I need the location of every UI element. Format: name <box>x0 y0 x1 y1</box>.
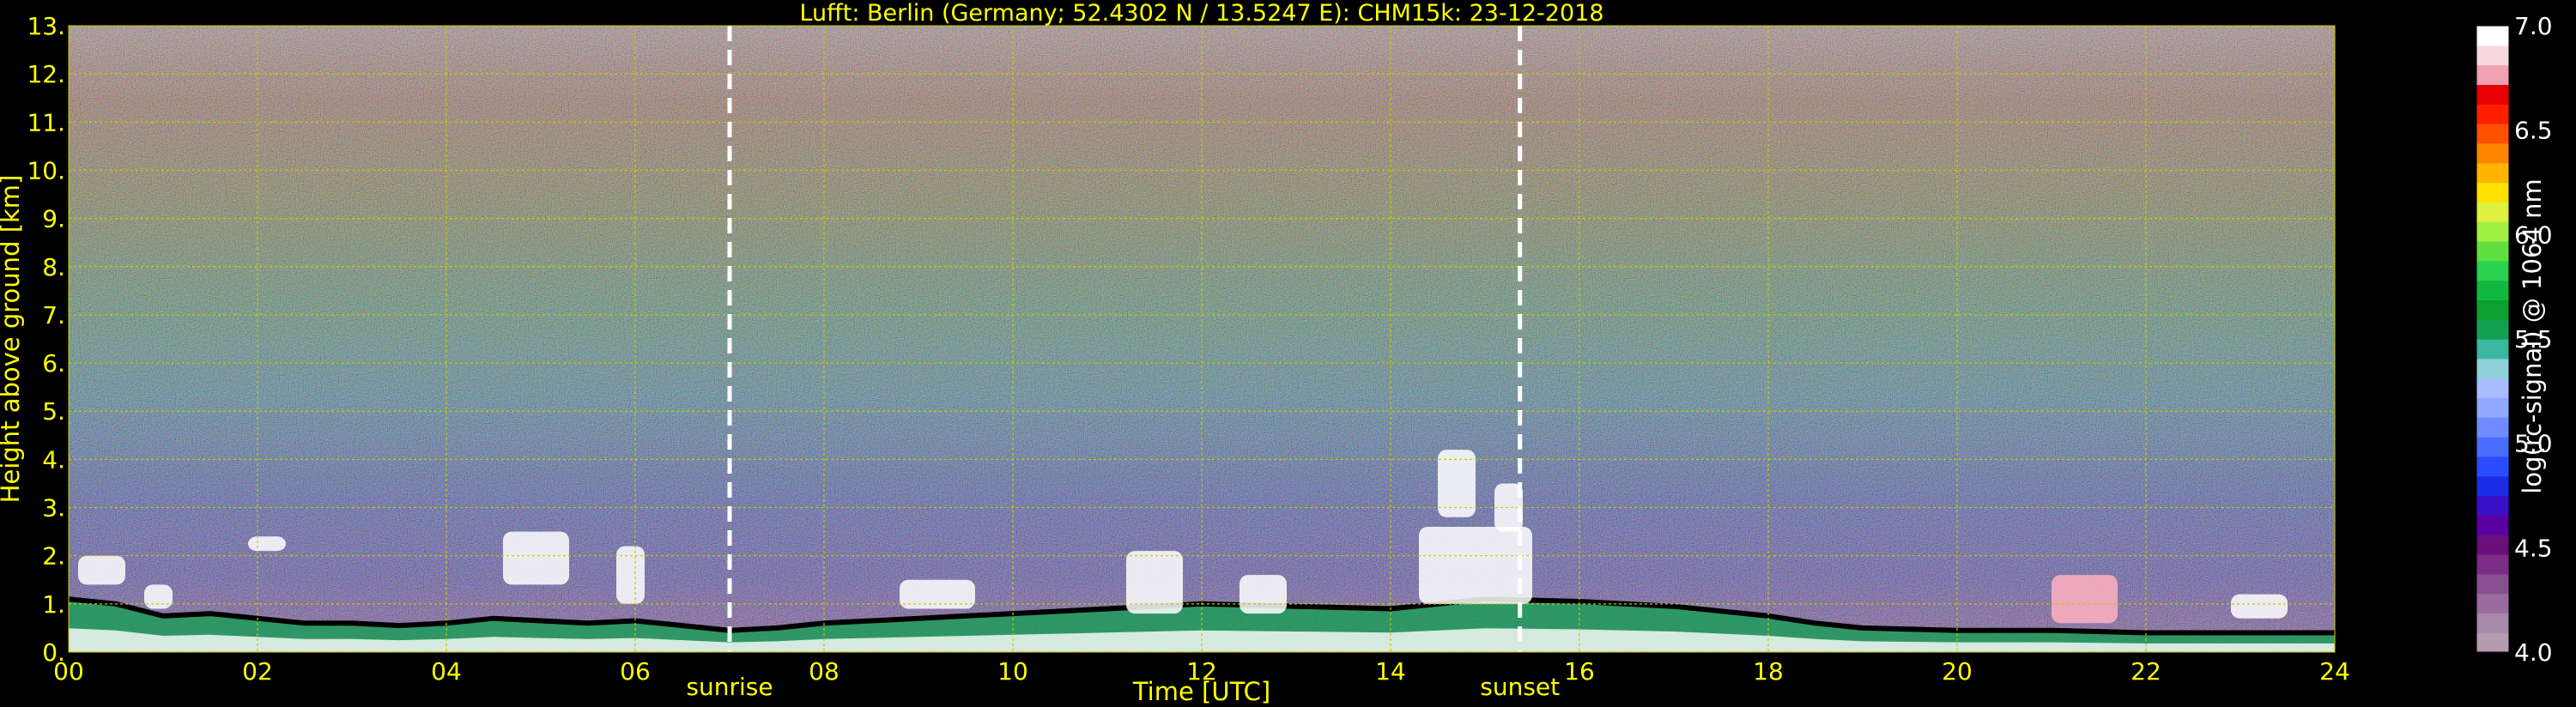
colorbar-swatch <box>2476 475 2509 497</box>
colorbar-swatch <box>2476 240 2509 262</box>
x-tick-label: 16 <box>1564 657 1595 686</box>
y-tick-label: 10. <box>27 156 65 184</box>
y-tick-label: 6. <box>42 349 65 378</box>
x-tick-label: 04 <box>431 657 462 686</box>
y-axis-label: Height above ground [km] <box>0 175 25 504</box>
colorbar-swatch <box>2476 593 2509 613</box>
y-tick-label: 8. <box>42 253 65 281</box>
colorbar-swatch <box>2476 553 2509 575</box>
colorbar-swatch <box>2476 495 2509 516</box>
colorbar-swatch <box>2476 299 2509 320</box>
colorbar-swatch <box>2476 221 2509 242</box>
colorbar-swatch <box>2476 358 2509 379</box>
x-tick-label: 14 <box>1375 657 1406 686</box>
cloud-blob <box>78 555 125 585</box>
y-tick-label: 3. <box>42 494 65 523</box>
cloud-blob <box>503 531 569 585</box>
colorbar-tick-label: 4.5 <box>2514 534 2553 562</box>
colorbar-swatch <box>2476 632 2509 653</box>
y-tick-label: 4. <box>42 445 65 474</box>
x-tick-label: 18 <box>1753 657 1784 686</box>
x-tick-label: 02 <box>242 657 273 686</box>
colorbar-swatch <box>2476 64 2509 86</box>
colorbar-swatch <box>2476 339 2509 360</box>
y-tick-label: 7. <box>42 301 65 329</box>
colorbar-swatch <box>2476 378 2509 399</box>
colorbar-tick-label: 4.0 <box>2514 638 2553 667</box>
colorbar-swatch <box>2476 84 2509 105</box>
colorbar-swatch <box>2476 573 2509 595</box>
y-tick-label: 5. <box>42 397 65 426</box>
x-tick-label: 06 <box>620 657 651 686</box>
x-tick-label: 08 <box>809 657 839 686</box>
colorbar-swatch <box>2476 260 2509 281</box>
cloud-blob <box>1419 527 1532 604</box>
cloud-blob <box>2052 575 2118 624</box>
colorbar-swatch <box>2476 182 2509 202</box>
colorbar-swatch <box>2476 26 2509 46</box>
colorbar-swatch <box>2476 613 2509 633</box>
colorbar-swatch <box>2476 437 2509 457</box>
cloud-blob <box>616 546 645 604</box>
colorbar-label: log(rc-signal) @ 1064 nm <box>2518 178 2547 493</box>
colorbar-swatch <box>2476 142 2509 164</box>
y-tick-labels: 0. 1. 2. 3. 4. 5. 6. 7. 8. 9. 10. 11. 12. 13. <box>27 12 65 667</box>
y-tick-label: 2. <box>42 542 65 571</box>
colorbar-swatch <box>2476 202 2509 222</box>
x-axis-label: Time [UTC] <box>1132 677 1270 706</box>
colorbar-swatch <box>2476 515 2509 535</box>
colorbar-swatch <box>2476 397 2509 418</box>
y-tick-label: 12. <box>27 60 65 88</box>
y-tick-label: 9. <box>42 205 65 233</box>
x-tick-label: 22 <box>2131 657 2161 686</box>
colorbar-swatch <box>2476 45 2509 66</box>
colorbar-swatch <box>2476 280 2509 300</box>
marker-label: sunset <box>1480 673 1560 701</box>
colorbar-swatch <box>2476 162 2509 184</box>
y-tick-label: 13. <box>27 12 65 40</box>
chart-title: Lufft: Berlin (Germany; 52.4302 N / 13.5… <box>799 0 1603 27</box>
cloud-blob <box>1126 551 1183 614</box>
y-tick-label: 0. <box>42 638 65 667</box>
cloud-blob <box>248 536 286 552</box>
cloud-blob <box>144 584 173 609</box>
cloud-blob <box>900 579 975 609</box>
x-tick-label: 20 <box>1942 657 1973 686</box>
colorbar-swatch <box>2476 417 2509 438</box>
colorbar-tick-label: 7.0 <box>2514 12 2553 40</box>
cloud-blob <box>1240 575 1287 614</box>
cloud-blob <box>2231 594 2288 619</box>
marker-label: sunrise <box>686 673 773 701</box>
colorbar-swatch <box>2476 104 2509 124</box>
colorbar-swatch <box>2476 124 2509 144</box>
colorbar-swatch <box>2476 319 2509 340</box>
colorbar-swatch <box>2476 535 2509 555</box>
x-tick-label: 10 <box>997 657 1028 686</box>
y-tick-label: 11. <box>27 108 65 136</box>
y-tick-label: 1. <box>42 590 65 619</box>
colorbar-tick-label: 6.5 <box>2514 117 2553 145</box>
x-tick-label: 24 <box>2319 657 2350 686</box>
lidar-chart: Lufft: Berlin (Germany; 52.4302 N / 13.5… <box>0 0 2553 706</box>
colorbar-swatch <box>2476 456 2509 477</box>
